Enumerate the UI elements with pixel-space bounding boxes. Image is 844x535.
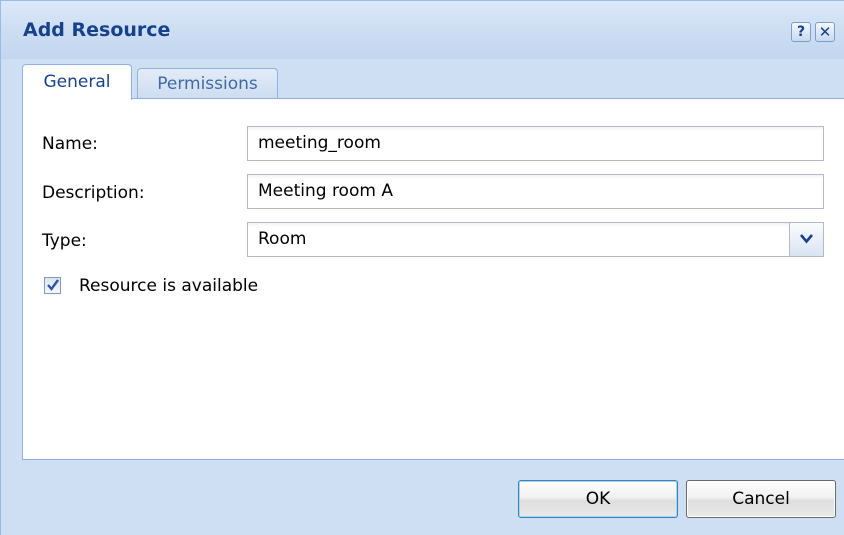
add-resource-dialog: Add Resource ? ✕ General Permissions Nam…: [0, 0, 844, 535]
name-label: Name:: [42, 134, 98, 154]
description-label: Description:: [42, 183, 145, 203]
type-select[interactable]: Room: [247, 222, 824, 257]
resource-available-checkbox[interactable]: [44, 277, 61, 294]
dialog-titlebar[interactable]: Add Resource ? ✕: [1, 1, 844, 59]
tab-general[interactable]: General: [22, 64, 132, 100]
type-label: Type:: [42, 231, 87, 251]
description-field[interactable]: Meeting room A: [247, 174, 824, 209]
type-select-value: Room: [258, 229, 307, 249]
cancel-button[interactable]: Cancel: [686, 480, 836, 518]
help-icon: ?: [796, 24, 806, 40]
general-tab-panel: Name: meeting_room Description: Meeting …: [22, 98, 844, 460]
tab-bar: General Permissions: [22, 64, 844, 100]
checkmark-icon: [47, 279, 59, 291]
resource-available-label[interactable]: Resource is available: [79, 276, 258, 296]
ok-button[interactable]: OK: [518, 480, 678, 518]
help-button[interactable]: ?: [791, 22, 811, 42]
tab-permissions[interactable]: Permissions: [137, 68, 278, 99]
type-dropdown-button[interactable]: [789, 223, 823, 256]
dialog-title: Add Resource: [23, 19, 171, 41]
close-button[interactable]: ✕: [815, 22, 835, 42]
close-icon: ✕: [818, 23, 832, 41]
name-field[interactable]: meeting_room: [247, 126, 824, 161]
chevron-down-icon: [800, 234, 813, 244]
